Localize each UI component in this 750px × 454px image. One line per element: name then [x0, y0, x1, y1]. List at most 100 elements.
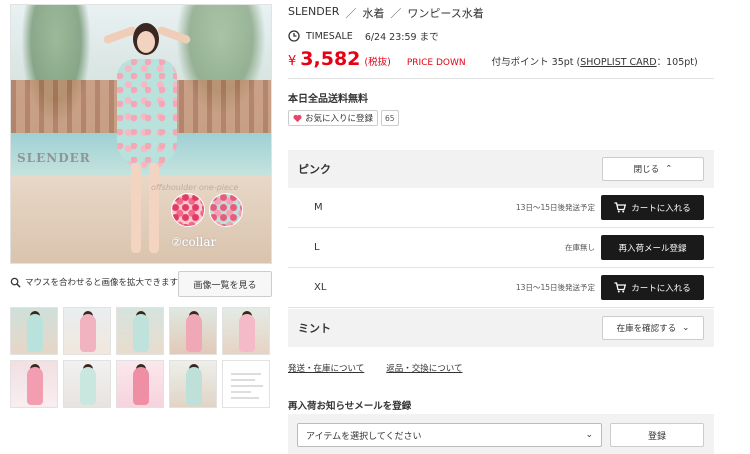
- shipping-stock-link[interactable]: 発送・在庫について: [288, 362, 364, 374]
- item-select[interactable]: アイテムを選択してください ⌄: [297, 423, 602, 447]
- collapse-button[interactable]: 閉じる ⌃: [602, 157, 704, 181]
- thumb-figure: [80, 367, 96, 405]
- favorite-area: お気に入りに登録 65: [288, 110, 399, 126]
- model-arm-left: [102, 25, 138, 45]
- image-watermark-logo: SLENDER: [17, 151, 91, 165]
- shipping-estimate: 13日〜15日後発送予定: [515, 203, 595, 212]
- chart-line: [231, 373, 261, 375]
- breadcrumb: SLENDER ／ 水着 ／ ワンピース水着: [288, 5, 484, 21]
- add-favorite-label: お気に入りに登録: [305, 114, 374, 124]
- add-favorite-button[interactable]: お気に入りに登録: [288, 110, 379, 126]
- size-label: XL: [314, 282, 327, 293]
- check-stock-label: 在庫を確認する: [616, 324, 677, 334]
- chevron-down-icon: ⌄: [682, 323, 690, 333]
- model-figure: [102, 23, 192, 258]
- thumbnail-1[interactable]: [10, 307, 58, 355]
- shoplist-card-link[interactable]: SHOPLIST CARD: [580, 57, 656, 68]
- thumb-figure: [80, 314, 96, 352]
- thumbnail-9[interactable]: [169, 360, 217, 408]
- thumbnail-2[interactable]: [63, 307, 111, 355]
- free-shipping-notice: 本日全品送料無料: [288, 94, 368, 105]
- thumb-figure: [133, 314, 149, 352]
- heart-icon: [293, 114, 302, 122]
- color-header-mint: ミント 在庫を確認する ⌄: [288, 309, 714, 347]
- thumb-background: [223, 361, 269, 407]
- breadcrumb-subcategory[interactable]: ワンピース水着: [407, 5, 483, 21]
- magnifier-icon: [10, 277, 21, 288]
- breadcrumb-category[interactable]: 水着: [362, 5, 384, 21]
- thumbnail-grid: [10, 307, 272, 408]
- info-links: 発送・在庫について 返品・交換について: [288, 362, 463, 374]
- size-label: M: [314, 202, 323, 213]
- points-info: 付与ポイント 35pt (SHOPLIST CARD：105pt): [492, 54, 698, 68]
- shipping-estimate: 13日〜15日後発送予定: [515, 283, 595, 292]
- mint-pattern-swatch: [209, 193, 243, 227]
- thumbnail-7[interactable]: [63, 360, 111, 408]
- chevron-up-icon: ⌃: [665, 164, 673, 174]
- restock-mail-button[interactable]: 再入荷メール登録: [601, 235, 704, 260]
- register-button[interactable]: 登録: [610, 423, 704, 447]
- breadcrumb-separator: ／: [390, 7, 402, 20]
- item-select-placeholder: アイテムを選択してください: [306, 431, 422, 442]
- restock-notify-title: 再入荷お知らせメールを登録: [288, 401, 412, 412]
- size-row-xl: XL 13日〜15日後発送予定 カートに入れる: [288, 268, 714, 308]
- image-caption: offshoulder one-piece: [151, 183, 239, 192]
- timesale-until: 6/24 23:59 まで: [364, 32, 439, 43]
- chevron-down-icon: ⌄: [585, 430, 593, 440]
- price-amount: 3,582: [300, 48, 361, 70]
- breadcrumb-separator: ／: [345, 7, 357, 20]
- divider: [288, 78, 714, 79]
- chart-line: [231, 391, 251, 393]
- chart-line: [231, 379, 255, 381]
- model-swimsuit: [117, 59, 177, 169]
- thumb-figure: [27, 314, 43, 352]
- clock-icon: [288, 30, 300, 42]
- returns-exchange-link[interactable]: 返品・交換について: [386, 362, 462, 374]
- thumbnail-10-size-chart[interactable]: [222, 360, 270, 408]
- main-product-image[interactable]: SLENDER offshoulder one-piece ②collar: [10, 4, 272, 264]
- add-to-cart-button[interactable]: カートに入れる: [601, 275, 704, 300]
- thumb-figure: [186, 367, 202, 405]
- thumb-figure: [239, 314, 255, 352]
- color-name: ミント: [298, 322, 331, 335]
- stock-status: 在庫無し: [565, 243, 595, 252]
- price-row: ¥ 3,582 (税抜) PRICE DOWN 付与ポイント 35pt (SHO…: [288, 48, 698, 70]
- view-images-button[interactable]: 画像一覧を見る: [178, 271, 272, 297]
- add-to-cart-label: カートに入れる: [631, 283, 691, 294]
- chart-line: [231, 385, 263, 387]
- pink-pattern-swatch: [171, 193, 205, 227]
- zoom-hint: マウスを合わせると画像を拡大できます: [10, 276, 178, 288]
- add-to-cart-button[interactable]: カートに入れる: [601, 195, 704, 220]
- timesale: TIMESALE 6/24 23:59 まで: [288, 29, 439, 43]
- thumb-figure: [186, 314, 202, 352]
- thumbnail-6[interactable]: [10, 360, 58, 408]
- model-leg-right: [149, 163, 159, 253]
- timesale-label: TIMESALE: [306, 30, 353, 42]
- thumbnail-8[interactable]: [116, 360, 164, 408]
- tax-note: (税抜): [364, 57, 391, 68]
- collapse-label: 閉じる: [633, 165, 660, 175]
- add-to-cart-label: カートに入れる: [631, 203, 691, 214]
- collar-label: ②collar: [171, 235, 217, 249]
- model-leg-left: [131, 163, 141, 253]
- zoom-hint-text: マウスを合わせると画像を拡大できます: [25, 278, 179, 288]
- breadcrumb-brand[interactable]: SLENDER: [288, 5, 339, 21]
- size-row-m: M 13日〜15日後発送予定 カートに入れる: [288, 188, 714, 228]
- thumbnail-5[interactable]: [222, 307, 270, 355]
- size-label: L: [314, 242, 320, 253]
- price-down-badge: PRICE DOWN: [406, 58, 466, 68]
- color-name: ピンク: [298, 163, 331, 176]
- thumb-figure: [27, 367, 43, 405]
- thumbnail-3[interactable]: [116, 307, 164, 355]
- thumb-figure: [133, 367, 149, 405]
- color-header-pink: ピンク 閉じる ⌃: [288, 150, 714, 188]
- chart-line: [231, 397, 259, 399]
- thumbnail-4[interactable]: [169, 307, 217, 355]
- check-stock-button[interactable]: 在庫を確認する ⌄: [602, 316, 704, 340]
- cart-icon: [614, 282, 627, 293]
- model-face: [137, 31, 155, 53]
- cart-icon: [614, 202, 627, 213]
- points-suffix: ：105pt): [656, 57, 698, 68]
- size-row-l: L 在庫無し 再入荷メール登録: [288, 228, 714, 268]
- favorite-count: 65: [381, 110, 399, 126]
